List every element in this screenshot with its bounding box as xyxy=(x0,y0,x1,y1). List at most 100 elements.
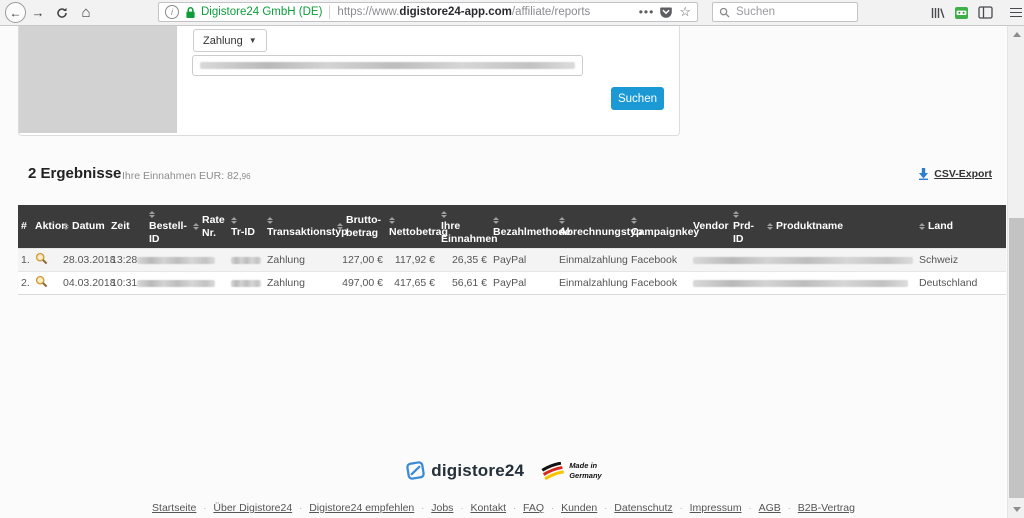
col-abrechnungstyp[interactable]: Abrechnungstyp xyxy=(556,205,628,249)
scrollbar-thumb[interactable] xyxy=(1009,218,1024,498)
sort-icon xyxy=(149,211,155,218)
col-ihre-einnahmen[interactable]: Ihre Einnahmen xyxy=(438,205,490,249)
page-info-icon[interactable]: i xyxy=(165,5,179,19)
footer-link-datenschutz[interactable]: Datenschutz xyxy=(614,502,672,514)
details-zoom-icon[interactable] xyxy=(35,252,48,265)
made-in-germany-badge: Made inGermany xyxy=(541,461,602,480)
cell-land: Schweiz xyxy=(916,249,1006,272)
cell-campaignkey: Facebook xyxy=(628,272,690,295)
download-icon xyxy=(918,167,929,180)
col-index: # xyxy=(18,205,32,249)
scrollbar-down-arrow[interactable] xyxy=(1013,507,1021,512)
redacted-filter-block xyxy=(19,26,177,133)
library-icon[interactable] xyxy=(930,6,945,20)
keyword-input[interactable] xyxy=(192,55,583,76)
cell-datum: 04.03.2018 xyxy=(60,272,108,295)
footer-link-impressum[interactable]: Impressum xyxy=(690,502,742,514)
redacted-input-value xyxy=(200,62,575,69)
cell-land: Deutschland xyxy=(916,272,1006,295)
sort-icon xyxy=(63,223,69,230)
footer-brand: digistore24 Made inGermany xyxy=(0,460,1007,481)
row-index: 1. xyxy=(18,249,32,272)
menu-icon[interactable] xyxy=(1010,8,1022,18)
page-actions-icon[interactable]: ••• xyxy=(639,5,655,19)
col-bruttobetrag[interactable]: Brutto- betrag xyxy=(334,205,386,249)
search-placeholder: Suchen xyxy=(736,6,775,18)
col-prd-id[interactable]: Prd- ID xyxy=(730,205,764,249)
transaction-type-dropdown[interactable]: Zahlung ▼ xyxy=(193,29,267,52)
footer-link-jobs[interactable]: Jobs xyxy=(431,502,453,514)
forward-button[interactable]: → xyxy=(26,1,50,25)
cell-datum: 28.03.2018 xyxy=(60,249,108,272)
cell-abrechnungstyp: Einmalzahlung xyxy=(556,249,628,272)
cell-ihre-einnahmen: 56,61 € xyxy=(438,272,490,295)
col-aktion: Aktion xyxy=(32,205,60,249)
search-filter-panel: Zahlung ▼ Suchen xyxy=(18,26,680,136)
cell-nettobetrag: 117,92 € xyxy=(386,249,438,272)
made-in-germany-label: Made inGermany xyxy=(569,461,602,480)
results-count-title: 2 Ergebnisse xyxy=(28,165,121,182)
col-transaktionstyp[interactable]: Transaktionstyp xyxy=(264,205,334,249)
brand-name: digistore24 xyxy=(431,461,524,481)
cell-vendor-produkt xyxy=(690,249,916,272)
col-datum[interactable]: Datum xyxy=(60,205,108,249)
reload-icon xyxy=(56,7,68,19)
search-submit-button[interactable]: Suchen xyxy=(611,87,664,110)
footer-link-empfehlen[interactable]: Digistore24 empfehlen xyxy=(309,502,414,514)
col-bezahlmethode[interactable]: Bezahlmethode xyxy=(490,205,556,249)
scrollbar-up-arrow[interactable] xyxy=(1013,32,1021,37)
col-nettobetrag[interactable]: Nettobetrag xyxy=(386,205,438,249)
col-land[interactable]: Land xyxy=(916,205,1006,249)
cell-tr-id xyxy=(228,272,264,295)
sort-icon xyxy=(267,217,273,224)
reload-button[interactable] xyxy=(50,1,74,25)
search-icon xyxy=(719,7,730,18)
footer-links: Startseite · Über Digistore24 · Digistor… xyxy=(0,502,1007,514)
footer-link-startseite[interactable]: Startseite xyxy=(152,502,196,514)
cell-abrechnungstyp: Einmalzahlung xyxy=(556,272,628,295)
pocket-icon[interactable] xyxy=(659,5,673,19)
col-produktname[interactable]: Produktname xyxy=(764,205,916,249)
cell-tr-id xyxy=(228,249,264,272)
browser-search-field[interactable]: Suchen xyxy=(712,2,858,22)
browser-toolbar: ← → ⌂ i Digistore24 GmbH (DE) https://ww… xyxy=(0,0,1024,26)
cell-transaktionstyp: Zahlung xyxy=(264,272,334,295)
sort-icon xyxy=(231,217,237,224)
table-row: 2. 04.03.2018 10:31 Zahlung 497,00 € xyxy=(18,272,1006,295)
cell-transaktionstyp: Zahlung xyxy=(264,249,334,272)
sort-icon xyxy=(559,217,565,224)
back-button[interactable]: ← xyxy=(5,2,26,23)
footer-link-kunden[interactable]: Kunden xyxy=(561,502,597,514)
csv-export-link[interactable]: CSV-Export xyxy=(918,167,992,180)
cell-ihre-einnahmen: 26,35 € xyxy=(438,249,490,272)
earnings-summary: Ihre Einnahmen EUR: 82,96 xyxy=(122,170,251,182)
url-bar[interactable]: i Digistore24 GmbH (DE) https://www.digi… xyxy=(158,2,698,22)
col-vendor: Vendor xyxy=(690,205,730,249)
footer-link-kontakt[interactable]: Kontakt xyxy=(470,502,506,514)
bookmark-star-icon[interactable]: ☆ xyxy=(679,4,691,20)
sort-icon xyxy=(441,211,447,218)
results-table: # Aktion Datum Zeit Bestell- ID Rate Nr.… xyxy=(18,205,1006,295)
col-campaignkey[interactable]: Campaignkey xyxy=(628,205,690,249)
col-tr-id[interactable]: Tr-ID xyxy=(228,205,264,249)
sort-icon xyxy=(767,223,773,230)
extension-icon[interactable] xyxy=(954,6,969,20)
vertical-scrollbar[interactable] xyxy=(1007,26,1024,518)
cell-vendor-produkt xyxy=(690,272,916,295)
url-text: https://www.digistore24-app.com/affiliat… xyxy=(337,6,590,18)
footer-link-agb[interactable]: AGB xyxy=(759,502,781,514)
footer-link-ueber[interactable]: Über Digistore24 xyxy=(213,502,292,514)
cell-bruttobetrag: 497,00 € xyxy=(334,272,386,295)
chevron-down-icon: ▼ xyxy=(249,36,257,45)
details-zoom-icon[interactable] xyxy=(35,275,48,288)
digistore24-logo-icon xyxy=(405,460,426,481)
col-bestell-id[interactable]: Bestell- ID xyxy=(146,205,190,249)
cell-bruttobetrag: 127,00 € xyxy=(334,249,386,272)
footer-link-faq[interactable]: FAQ xyxy=(523,502,544,514)
col-rate-nr[interactable]: Rate Nr. xyxy=(190,205,228,249)
sidebar-icon[interactable] xyxy=(978,6,993,19)
footer-link-b2b[interactable]: B2B-Vertrag xyxy=(798,502,855,514)
home-button[interactable]: ⌂ xyxy=(74,1,98,25)
sort-icon xyxy=(193,223,199,230)
table-row: 1. 28.03.2018 13:28 Zahlung 127,00 € xyxy=(18,249,1006,272)
